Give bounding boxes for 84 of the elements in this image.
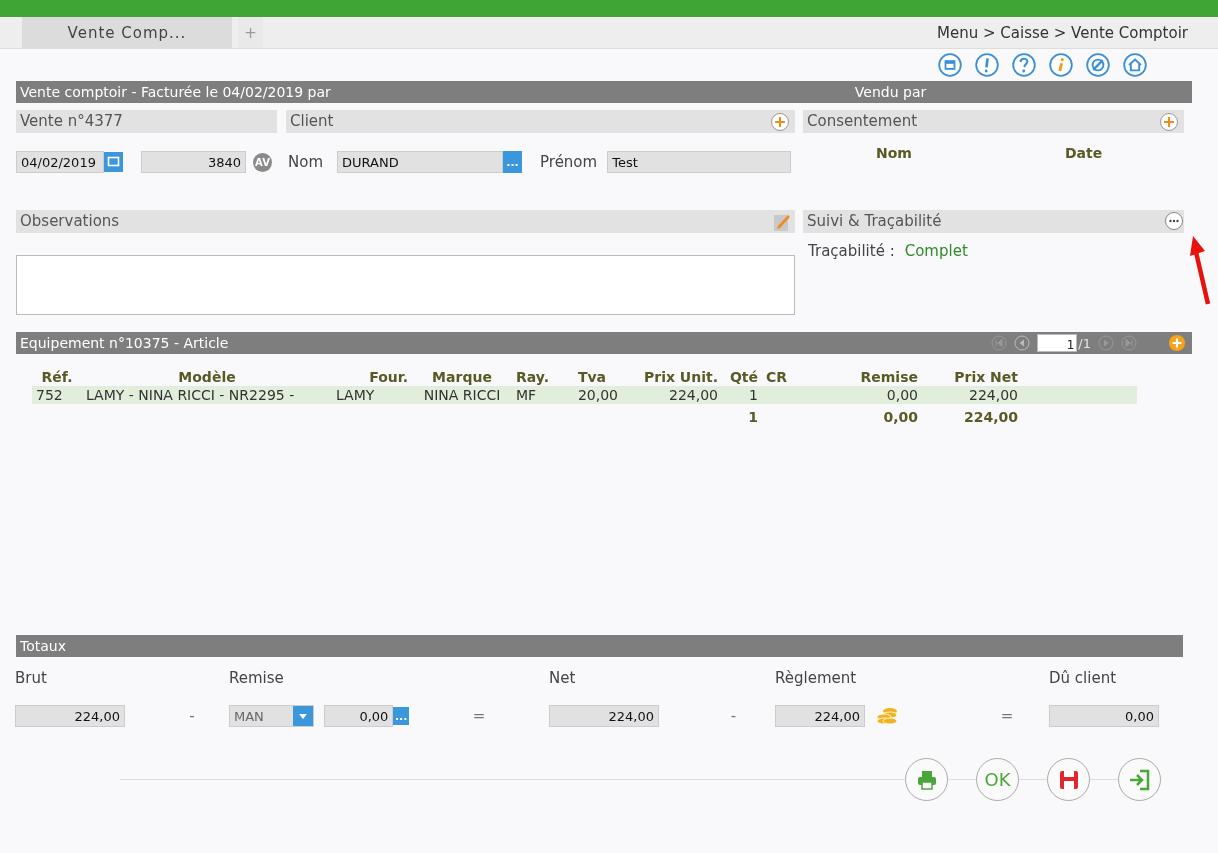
sold-by-label: Vendu par	[854, 84, 927, 100]
payment-field[interactable]: 224,00	[775, 705, 865, 727]
column-header: Modèle	[177, 369, 237, 385]
equipment-title: Equipement n°10375 - Article	[20, 335, 229, 351]
table-cell-text: LAMY	[335, 387, 376, 403]
net-label: Net	[549, 669, 577, 687]
alert-icon[interactable]	[975, 53, 999, 77]
column-header: CR	[765, 369, 789, 385]
calendar-icon[interactable]	[938, 53, 962, 77]
name-label: Nom	[288, 153, 323, 171]
help-icon[interactable]	[1012, 53, 1036, 77]
sale-header: Vente n°4377	[16, 110, 277, 133]
column-header: Nom	[876, 145, 912, 161]
calendar-button[interactable]	[104, 152, 123, 172]
minus-sign: -	[729, 707, 738, 725]
first-name-label: Prénom	[540, 153, 598, 171]
gross-field[interactable]: 224,00	[15, 705, 125, 727]
info-icon[interactable]	[1049, 53, 1073, 77]
column-header: Tva	[576, 369, 608, 385]
column-header: Prix Net	[953, 369, 1019, 385]
column-header: Marque	[431, 369, 493, 385]
add-icon[interactable]	[770, 112, 790, 132]
column-header: Prix Unit.	[643, 369, 719, 385]
column-header: Remise	[859, 369, 919, 385]
traceability-status: Complet	[904, 242, 968, 260]
table-cell-text: 20,00	[576, 387, 619, 403]
table-row[interactable]: 752 LAMY - NINA RICCI - NR2295 - LAMY NINA RICCI MF 20,00 224,00 1 0,00 224,00	[32, 386, 1137, 404]
exit-door-icon	[1127, 767, 1152, 792]
section-title: Vente comptoir - Facturée le 04/02/2019 par	[20, 84, 331, 100]
total-quantity: 1	[747, 409, 759, 425]
observations-field[interactable]	[16, 255, 795, 315]
caret-icon	[293, 706, 314, 726]
table-cell-text: 224,00	[968, 387, 1019, 403]
save-button[interactable]	[1047, 758, 1090, 801]
discount-label: Remise	[229, 669, 285, 687]
gross-label: Brut	[15, 669, 48, 687]
first-name-field[interactable]: Test	[607, 151, 792, 173]
more-button[interactable]	[1164, 211, 1184, 231]
av-badge: AV	[253, 152, 272, 172]
due-field[interactable]: 0,00	[1049, 705, 1159, 727]
last-name-field[interactable]: DURAND	[337, 151, 503, 173]
home-icon[interactable]	[1123, 53, 1147, 77]
table-cell-text: 1	[748, 387, 759, 403]
arrow-icon	[1188, 236, 1212, 306]
table-cell-text: NINA RICCI	[422, 387, 502, 403]
consent-header: Consentement	[803, 110, 1184, 133]
breadcrumb: Menu > Caisse > Vente Comptoir	[937, 23, 1189, 42]
table-cell-text: 752	[35, 387, 64, 403]
tracking-header: Suivi & Traçabilité	[803, 210, 1184, 233]
table-cell-text: MF	[515, 387, 538, 403]
add-icon[interactable]	[1168, 334, 1186, 352]
equals-sign: =	[999, 707, 1015, 725]
column-header: Qté	[728, 369, 759, 385]
table-cell-text: 224,00	[668, 387, 719, 403]
column-header: Ray.	[515, 369, 550, 385]
edit-icon[interactable]	[773, 212, 791, 232]
payment-label: Règlement	[775, 669, 858, 687]
traceability-label: Traçabilité :	[808, 242, 895, 260]
print-button[interactable]	[905, 758, 948, 801]
table-cell-text: LAMY - NINA RICCI - NR2295 -	[85, 387, 296, 403]
equals-sign: =	[471, 707, 487, 725]
observations-header: Observations	[16, 210, 795, 233]
date-field[interactable]: 04/02/2019	[16, 151, 104, 173]
exit-button[interactable]	[1118, 758, 1161, 801]
total-discount: 0,00	[882, 409, 919, 425]
number-field[interactable]: 3840	[141, 151, 246, 173]
table-cell-text: 0,00	[885, 387, 919, 403]
page-count: /1	[1078, 335, 1091, 351]
column-header: Réf.	[40, 369, 74, 385]
column-header: Date	[1064, 145, 1103, 161]
net-field[interactable]: 224,00	[549, 705, 659, 727]
discount-type-dropdown[interactable]: MAN	[229, 705, 315, 727]
add-icon[interactable]	[1159, 112, 1179, 132]
due-label: Dû client	[1049, 669, 1118, 687]
previous-page-icon[interactable]	[1014, 335, 1031, 351]
totals-title: Totaux	[20, 638, 66, 654]
client-header: Client	[286, 110, 795, 133]
total-net: 224,00	[962, 409, 1019, 425]
coins-icon[interactable]	[875, 705, 899, 727]
tab[interactable]: Vente Comp...	[22, 17, 232, 48]
page-field[interactable]: 1	[1037, 334, 1078, 352]
discount-field[interactable]: 0,00	[324, 705, 394, 727]
minus-sign: -	[188, 707, 196, 725]
column-header: Four.	[368, 369, 409, 385]
